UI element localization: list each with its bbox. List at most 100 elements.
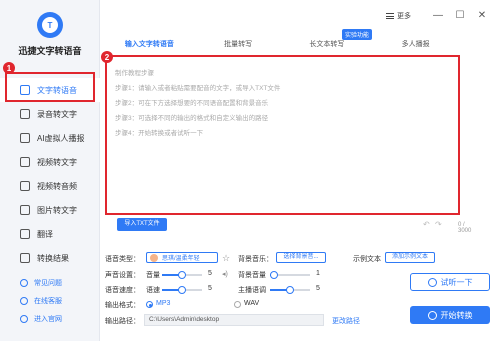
close-button[interactable]: ✕ xyxy=(476,10,488,22)
faq-link[interactable]: 常见问题 xyxy=(0,274,100,292)
faq-link-label: 常见问题 xyxy=(34,280,62,287)
sidebar-item-ai-avatar[interactable]: AI虚拟人播报 xyxy=(0,126,100,150)
sidebar-item-label: AI虚拟人播报 xyxy=(37,133,85,143)
volume-slider[interactable] xyxy=(162,271,202,279)
sidebar: T 迅捷文字转语音 文字转语音 录音转文字 AI虚拟人播报 视频转文字 视频转音… xyxy=(0,0,100,341)
sidebar-nav: 文字转语音 录音转文字 AI虚拟人播报 视频转文字 视频转音频 图片转文字 翻译 xyxy=(0,78,100,270)
speed-label: 语音速度： xyxy=(105,287,140,294)
undo-icon[interactable]: ↶ xyxy=(423,220,430,229)
menu-icon xyxy=(386,13,394,19)
speed-knob[interactable] xyxy=(178,286,186,294)
annotation-badge-2: 2 xyxy=(101,51,113,63)
listen-button[interactable]: 试听一下 xyxy=(410,273,490,291)
sidebar-item-label: 翻译 xyxy=(37,229,53,239)
tab-input-text[interactable]: 输入文字转语音 xyxy=(105,38,194,52)
char-count: 0 / 3000 xyxy=(458,222,472,234)
bgm-label: 背景音乐： xyxy=(238,256,273,263)
sidebar-item-label: 录音转文字 xyxy=(37,109,77,119)
editor-toolbar: 导入TXT文件 ↶ ↷ 0 / 3000 xyxy=(105,216,471,234)
bgm-select-button[interactable]: 选择背景音... xyxy=(276,252,326,263)
sidebar-item-translate[interactable]: 翻译 xyxy=(0,222,100,246)
video-icon xyxy=(20,157,30,167)
speed-slider[interactable] xyxy=(162,286,202,294)
mode-tabs: 输入文字转语音 批量转写 长文本转写 多人播报 xyxy=(105,38,460,52)
add-sample-button[interactable]: 添加示例文本 xyxy=(385,252,435,263)
pitch-label: 主播语调 xyxy=(238,287,266,294)
video-audio-icon xyxy=(20,181,30,191)
sidebar-links: 常见问题 在线客服 进入官网 xyxy=(0,274,100,328)
sidebar-item-image-to-text[interactable]: 图片转文字 xyxy=(0,198,100,222)
tutorial-step-1: 步骤1：请输入或者粘贴需要配音的文字，或导入TXT文件 xyxy=(115,85,281,92)
app-title: 迅捷文字转语音 xyxy=(18,46,82,56)
import-txt-button[interactable]: 导入TXT文件 xyxy=(117,218,167,231)
format-mp3-radio[interactable] xyxy=(146,301,153,308)
minimize-button[interactable]: — xyxy=(432,10,444,22)
tutorial-title: 制作教程步骤 xyxy=(115,70,154,77)
listen-label: 试听一下 xyxy=(440,277,473,287)
settings-panel: 语音类型： 思琪/温柔年轻 ☆ 背景音乐： 选择背景音... 示例文本 添加示例… xyxy=(100,248,500,341)
tutorial-step-4: 步骤4：开始转换或者试听一下 xyxy=(115,130,204,137)
tutorial-step-2: 步骤2：可在下方选择想要的不同语音配置和背景音乐 xyxy=(115,100,269,107)
redo-icon[interactable]: ↷ xyxy=(435,220,442,229)
text-input-area[interactable]: 制作教程步骤 步骤1：请输入或者粘贴需要配音的文字，或导入TXT文件 步骤2：可… xyxy=(105,55,460,215)
voice-setting-label: 声音设置： xyxy=(105,272,140,279)
voice-select-button[interactable]: 思琪/温柔年轻 xyxy=(146,252,218,263)
volume-knob[interactable] xyxy=(178,271,186,279)
pitch-value: 5 xyxy=(316,285,320,292)
bg-volume-slider[interactable] xyxy=(270,271,310,279)
start-convert-button[interactable]: 开始转换 xyxy=(410,306,490,324)
experimental-tag: 实验功能 xyxy=(342,29,373,40)
format-mp3-label: MP3 xyxy=(156,300,171,307)
results-icon xyxy=(20,253,30,263)
tutorial-step-3: 步骤3：可选择不同的输出的格式和自定义输出的路径 xyxy=(115,115,269,122)
sidebar-item-video-to-text[interactable]: 视频转文字 xyxy=(0,150,100,174)
annotation-badge-1: 1 xyxy=(3,62,15,74)
image-icon xyxy=(20,205,30,215)
maximize-button[interactable]: ☐ xyxy=(454,10,466,22)
voice-name: 思琪/温柔年轻 xyxy=(162,256,200,262)
more-menu-button[interactable]: 更多 xyxy=(386,11,411,21)
headphones-icon xyxy=(427,277,437,287)
highlight-box-nav xyxy=(5,72,95,102)
tab-multi-speaker[interactable]: 多人播报 xyxy=(371,38,460,52)
app-logo: T xyxy=(37,12,63,38)
sample-text-label: 示例文本 xyxy=(353,256,381,263)
support-icon xyxy=(20,297,28,305)
pitch-knob[interactable] xyxy=(286,286,294,294)
title-bar: 更多 — ☐ ✕ xyxy=(100,0,500,34)
tab-batch[interactable]: 批量转写 xyxy=(194,38,283,52)
volume-speaker-icon: ◂) xyxy=(222,271,228,278)
play-icon xyxy=(427,310,437,320)
pitch-slider[interactable] xyxy=(270,286,310,294)
sidebar-item-label: 图片转文字 xyxy=(37,205,77,215)
bg-volume-label: 背景音量 xyxy=(238,272,266,279)
sidebar-item-label: 转换结果 xyxy=(37,253,69,263)
faq-icon xyxy=(20,279,28,287)
format-wav-label: WAV xyxy=(244,300,260,307)
more-label: 更多 xyxy=(397,13,411,20)
website-icon xyxy=(20,315,28,323)
sidebar-item-results[interactable]: 转换结果 xyxy=(0,246,100,270)
voice-avatar xyxy=(150,253,158,262)
website-link[interactable]: 进入官网 xyxy=(0,310,100,328)
speed-value: 5 xyxy=(208,285,212,292)
website-link-label: 进入官网 xyxy=(34,316,62,323)
translate-icon xyxy=(20,229,30,239)
recording-icon xyxy=(20,109,30,119)
support-link[interactable]: 在线客服 xyxy=(0,292,100,310)
change-path-link[interactable]: 更改路径 xyxy=(332,316,360,326)
sidebar-item-recording-to-text[interactable]: 录音转文字 xyxy=(0,102,100,126)
format-wav-radio[interactable] xyxy=(234,301,241,308)
support-link-label: 在线客服 xyxy=(34,298,62,305)
format-label: 输出格式： xyxy=(105,302,140,309)
bg-volume-knob[interactable] xyxy=(270,271,278,279)
bg-volume-value: 1 xyxy=(316,270,320,277)
app-logo-mark: T xyxy=(42,17,58,33)
tab-long-text[interactable]: 长文本转写 xyxy=(283,38,372,52)
sidebar-item-label: 视频转音频 xyxy=(37,181,77,191)
favorite-star-icon[interactable]: ☆ xyxy=(222,253,230,264)
speed-sub-label: 语速 xyxy=(146,287,160,294)
volume-label: 音量 xyxy=(146,272,160,279)
sidebar-item-video-to-audio[interactable]: 视频转音频 xyxy=(0,174,100,198)
output-path-field[interactable]: C:\Users\Admin\desktop xyxy=(144,314,324,326)
